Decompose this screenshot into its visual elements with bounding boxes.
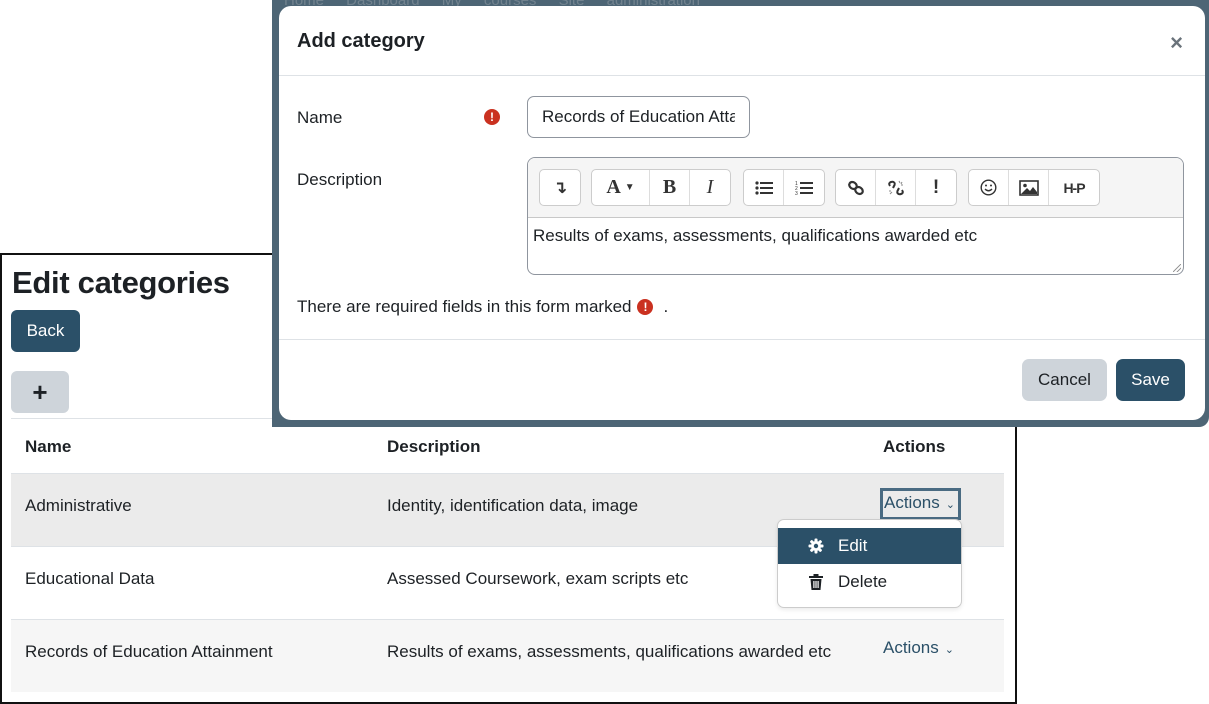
unordered-list-icon[interactable] bbox=[744, 170, 784, 205]
toolbar-group: 123 bbox=[743, 169, 825, 206]
column-header-actions: Actions bbox=[883, 437, 946, 456]
required-note-text: There are required fields in this form m… bbox=[297, 297, 632, 316]
actions-dropdown-menu: Edit Delete bbox=[777, 519, 962, 608]
actions-menu-toggle[interactable]: Actions ⌄ bbox=[880, 488, 961, 520]
column-header-name: Name bbox=[25, 437, 72, 456]
svg-text:3: 3 bbox=[795, 191, 798, 196]
description-editor-content[interactable]: Results of exams, assessments, qualifica… bbox=[528, 218, 1183, 254]
menu-item-label: Delete bbox=[838, 572, 888, 591]
show-more-icon[interactable]: ↴ bbox=[540, 170, 580, 205]
font-style-icon[interactable]: A ▼ bbox=[592, 170, 650, 205]
menu-item-edit[interactable]: Edit bbox=[778, 528, 961, 564]
toolbar-group: H-P bbox=[968, 169, 1100, 206]
description-label: Description bbox=[297, 170, 383, 189]
row-name: Records of Education Attainment bbox=[25, 642, 273, 661]
toolbar-group: ↴ bbox=[539, 169, 581, 206]
gear-icon bbox=[808, 538, 824, 554]
menu-item-delete[interactable]: Delete bbox=[778, 564, 961, 600]
link-icon[interactable] bbox=[836, 170, 876, 205]
required-icon: ! bbox=[637, 299, 654, 315]
menu-item-label: Edit bbox=[838, 536, 868, 555]
required-icon: ! bbox=[484, 109, 500, 125]
chevron-down-icon: ⌄ bbox=[945, 499, 955, 511]
emoji-icon[interactable] bbox=[969, 170, 1009, 205]
required-fields-note: There are required fields in this form m… bbox=[297, 297, 668, 317]
row-name: Administrative bbox=[25, 496, 132, 515]
table-row: Records of Education Attainment Results … bbox=[11, 619, 1004, 692]
accessibility-checker-icon[interactable]: ! bbox=[916, 170, 956, 205]
actions-label: Actions bbox=[883, 638, 939, 657]
row-name: Educational Data bbox=[25, 569, 155, 588]
toolbar-group: ! bbox=[835, 169, 957, 206]
actions-label: Actions bbox=[884, 493, 940, 512]
add-category-button[interactable]: + bbox=[11, 371, 69, 413]
resize-handle-icon[interactable] bbox=[1173, 264, 1181, 272]
row-description: Results of exams, assessments, qualifica… bbox=[387, 642, 832, 661]
chevron-down-icon: ⌄ bbox=[944, 644, 954, 656]
description-editor[interactable]: ↴ A ▼ B I 123 ! H-P Results of exams, as… bbox=[527, 157, 1184, 275]
save-button[interactable]: Save bbox=[1116, 359, 1185, 401]
ordered-list-icon[interactable]: 123 bbox=[784, 170, 824, 205]
column-header-description: Description bbox=[387, 437, 481, 456]
actions-menu-toggle[interactable]: Actions ⌄ bbox=[880, 634, 959, 666]
name-input[interactable] bbox=[527, 96, 750, 138]
italic-icon[interactable]: I bbox=[690, 170, 730, 205]
page-title: Edit categories bbox=[12, 265, 230, 300]
dialog-header: Add category × bbox=[279, 6, 1205, 76]
unlink-icon[interactable] bbox=[876, 170, 916, 205]
dialog-title: Add category bbox=[297, 30, 425, 52]
cancel-button[interactable]: Cancel bbox=[1022, 359, 1107, 401]
image-icon[interactable] bbox=[1009, 170, 1049, 205]
dialog-footer: Cancel Save bbox=[279, 339, 1205, 420]
close-icon[interactable]: × bbox=[1170, 30, 1183, 56]
editor-toolbar: ↴ A ▼ B I 123 ! H-P bbox=[528, 158, 1183, 218]
toolbar-group: A ▼ B I bbox=[591, 169, 731, 206]
add-category-dialog: Add category × Name ! Description ↴ A▼ B… bbox=[279, 6, 1205, 420]
name-label: Name bbox=[297, 108, 343, 127]
row-description: Identity, identification data, image bbox=[387, 496, 639, 515]
back-button[interactable]: Back bbox=[11, 310, 80, 352]
required-note-period: . bbox=[663, 297, 669, 316]
row-description: Assessed Coursework, exam scripts etc bbox=[387, 569, 689, 588]
h5p-icon[interactable]: H-P bbox=[1049, 170, 1099, 205]
trash-icon bbox=[808, 574, 824, 590]
bold-icon[interactable]: B bbox=[650, 170, 690, 205]
